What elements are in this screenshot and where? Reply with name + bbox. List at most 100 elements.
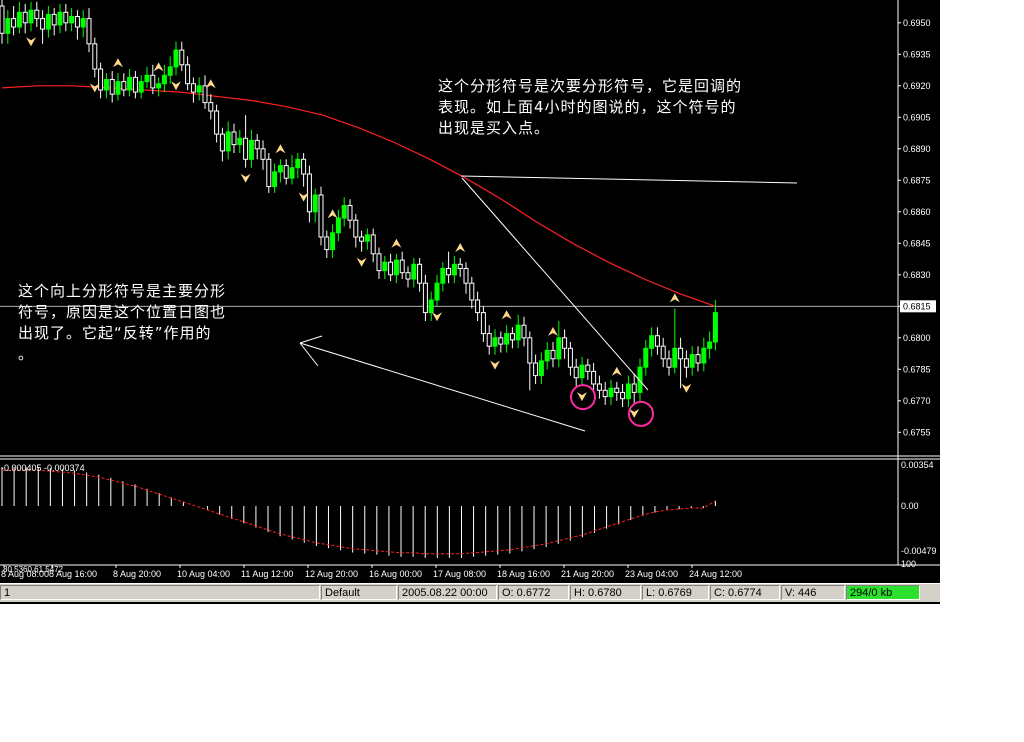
price-tick-label: 0.6935 [903,49,931,59]
candle-body [34,9,40,20]
candle-body [451,263,457,276]
candle-body [179,49,185,66]
time-tick-label: 21 Aug 20:00 [561,569,614,579]
candle-body [556,337,562,360]
candle-body [121,81,127,91]
candle-body [11,18,17,28]
price-tick-label: 0.6800 [903,333,931,343]
price-tick-label: 0.6920 [903,81,931,91]
candle-body [28,9,34,24]
candle-body [654,335,660,347]
fractal-up-arrow-icon [548,327,558,336]
candle-body [57,11,63,26]
candle-body [347,205,353,221]
candle-body [295,158,301,169]
candle-body [167,66,173,76]
candle-body [388,261,394,276]
candle-body [498,337,504,345]
candle-body [359,236,365,242]
price-tick-label: 0.6890 [903,144,931,154]
price-tick-label: 0.6755 [903,427,931,437]
fractal-down-arrow-icon [577,392,587,402]
indicator-axis-label: 0.00 [901,501,919,511]
candle-body [469,282,475,301]
candle-body [422,282,428,314]
candle-body [132,76,138,93]
candle-body [620,391,626,400]
time-tick-label: 12 Aug 20:00 [305,569,358,579]
annotation-major-fractal-note: 这个向上分形符号是主要分形 符号，原因是这个位置日图也 出现了。它起“反转”作用… [18,282,227,363]
status-volume: V: 446 [781,585,845,600]
candle-body [127,76,133,91]
candle-body [138,81,144,93]
annotation-minor-fractal-note: 这个分形符号是次要分形符号，它是回调的 表现。如上面4小时的图说的，这个符号的 … [438,77,743,137]
candle-body [533,362,539,377]
time-tick-label: 10 Aug 04:00 [177,569,230,579]
candle-body [69,16,75,24]
annotation-pointer-line [299,342,586,432]
candle-body [115,81,121,95]
price-tick-label: 0.6770 [903,396,931,406]
status-datetime: 2005.08.22 00:00 [398,585,497,600]
candle-body [161,74,167,85]
candle-body [591,370,597,385]
candle-body [608,387,614,398]
candle-body [16,11,22,28]
candle-body [370,234,376,255]
candle-body [440,268,446,284]
candle-body [156,83,162,89]
candle-body [486,333,492,347]
fractal-down-arrow-icon [629,408,640,418]
candle-body [683,358,689,368]
candle-body [214,110,220,135]
price-tick-label: 0.6950 [903,18,931,28]
candle-body [521,324,527,339]
candle-body [144,74,150,83]
time-tick-label: 11 Aug 12:00 [241,569,293,579]
current-price-label: 0.6815 [903,301,931,311]
candle-body [254,139,260,150]
candle-body [376,253,382,272]
time-axis-overlay-text: 80.5360 61.5472 [3,565,64,574]
candle-body [492,337,498,347]
fractal-up-arrow-icon [501,310,512,320]
candle-body [231,131,237,146]
status-bar: 1 Default 2005.08.22 00:00 O: 0.6772 H: … [0,583,940,602]
candle-body [306,173,312,213]
status-traffic: 294/0 kb [846,585,920,600]
candle-body [40,18,46,30]
candle-body [63,11,69,24]
fractal-down-arrow-icon [240,173,251,183]
candle-body [330,232,336,251]
fractal-down-arrow-icon [356,257,367,267]
candle-body [22,11,28,24]
candle-body [573,366,579,379]
candle-body [0,5,5,34]
candle-body [689,354,695,368]
status-profile[interactable]: Default [321,585,397,600]
candle-body [463,268,469,284]
fractal-up-arrow-icon [113,58,123,68]
candle-body [695,354,701,364]
candle-body [219,133,225,152]
candle-body [173,49,179,68]
fractal-up-arrow-icon [205,79,216,89]
candle-body [237,137,243,146]
candle-body [312,194,318,213]
candle-body [434,282,440,301]
candle-body [515,324,521,341]
candle-body [289,167,295,179]
time-tick-label: 23 Aug 04:00 [625,569,678,579]
candle-body [602,389,608,398]
candle-body [208,102,214,112]
candle-body [335,217,341,234]
candle-body [701,347,707,364]
price-tick-label: 0.6830 [903,270,931,280]
candle-body [475,299,481,314]
candle-body [504,333,510,345]
candle-body [625,383,631,400]
price-tick-label: 0.6860 [903,207,931,217]
time-tick-label: 24 Aug 12:00 [689,569,742,579]
time-tick-label: 17 Aug 08:00 [433,569,486,579]
fractal-up-arrow-icon [669,293,680,303]
